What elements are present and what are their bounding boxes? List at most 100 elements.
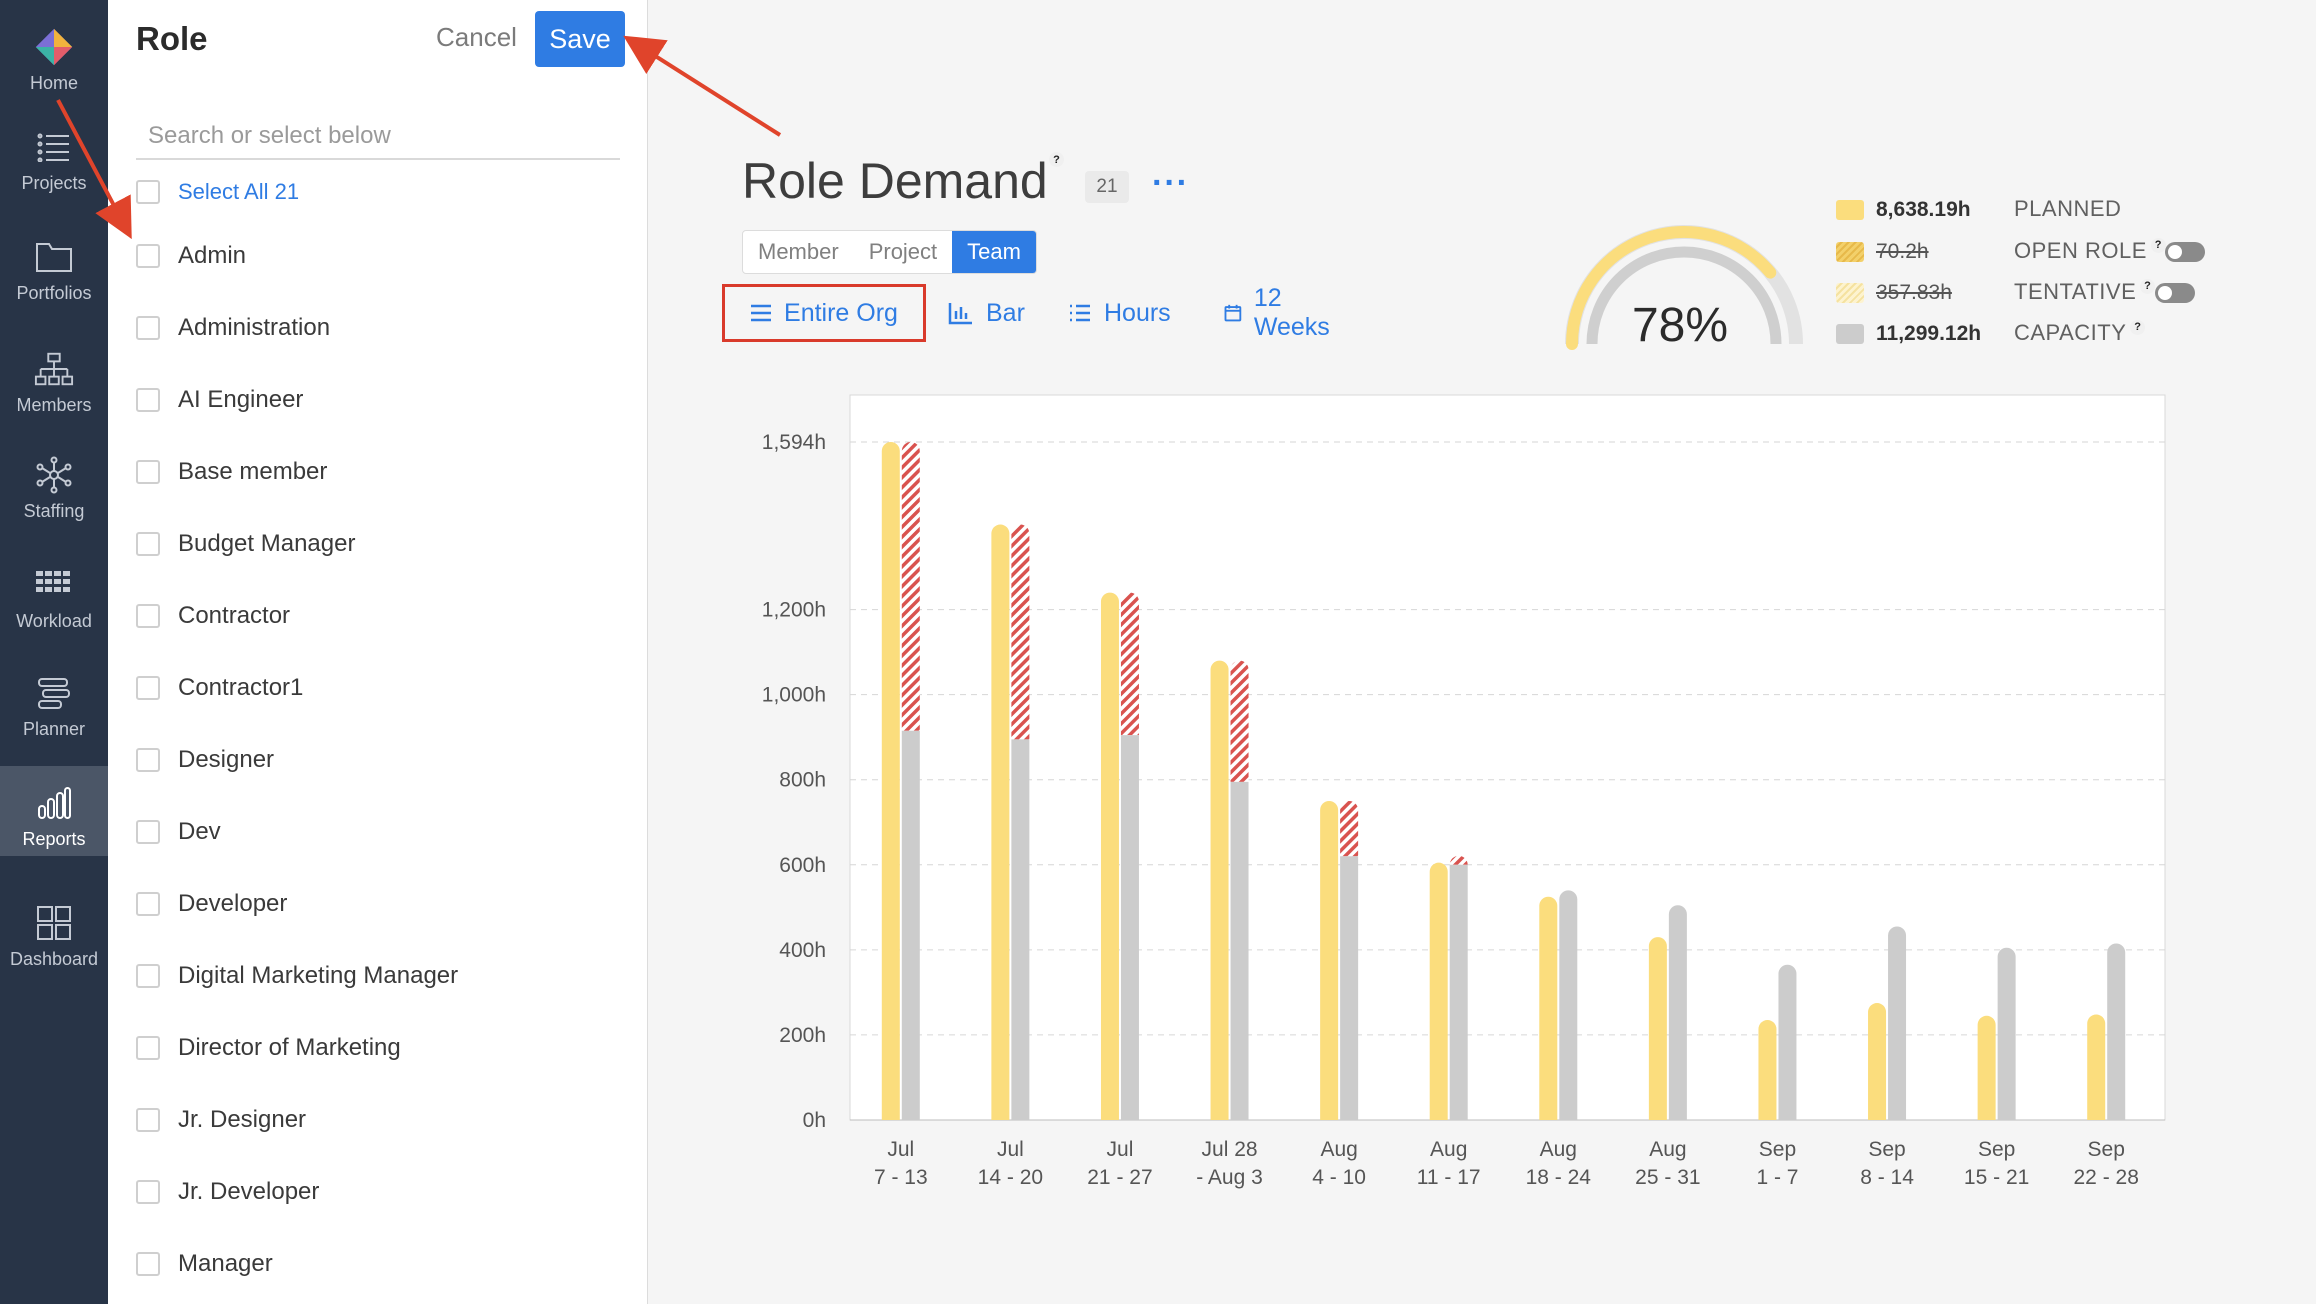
capacity-bar[interactable] — [1230, 781, 1249, 1120]
capacity-bar[interactable] — [1668, 905, 1687, 1120]
capacity-bar[interactable] — [901, 730, 920, 1120]
help-icon[interactable]: ? — [2130, 319, 2146, 335]
role-label: Budget Manager — [178, 530, 356, 557]
role-checkbox[interactable] — [136, 1180, 160, 1204]
role-option[interactable]: Budget Manager — [136, 524, 355, 564]
role-option[interactable]: Director of Marketing — [136, 1028, 401, 1068]
planned-bar[interactable] — [991, 524, 1010, 1120]
select-all-row[interactable]: Select All 21 — [136, 172, 299, 212]
select-all-checkbox[interactable] — [136, 180, 160, 204]
role-option[interactable]: Digital Marketing Manager — [136, 956, 458, 996]
help-icon[interactable]: ? — [1049, 152, 1064, 167]
role-checkbox[interactable] — [136, 604, 160, 628]
role-option[interactable]: Manager — [136, 1244, 273, 1284]
overbooked-bar[interactable] — [1340, 800, 1359, 857]
role-checkbox[interactable] — [136, 676, 160, 700]
help-icon[interactable]: ? — [2150, 237, 2166, 253]
planned-bar[interactable] — [1100, 592, 1119, 1120]
role-checkbox[interactable] — [136, 1252, 160, 1276]
role-checkbox[interactable] — [136, 388, 160, 412]
capacity-bar[interactable] — [1120, 735, 1139, 1120]
planned-bar[interactable] — [1868, 1003, 1887, 1120]
nav-item-reports[interactable]: Reports — [0, 766, 108, 856]
nav-item-dashboard[interactable]: Dashboard — [0, 876, 108, 976]
planned-bar[interactable] — [1648, 937, 1667, 1120]
capacity-bar[interactable] — [1449, 864, 1468, 1120]
role-option[interactable]: Jr. Designer — [136, 1100, 306, 1140]
capacity-bar[interactable] — [2107, 943, 2126, 1120]
role-search-input[interactable] — [136, 114, 620, 160]
nav-item-home[interactable]: Home — [0, 0, 108, 100]
capacity-bar[interactable] — [1559, 890, 1578, 1120]
planned-bar[interactable] — [1758, 1020, 1777, 1120]
nav-item-members[interactable]: Members — [0, 322, 108, 422]
tab-member[interactable]: Member — [743, 231, 854, 273]
select-all-label[interactable]: Select All 21 — [178, 179, 299, 205]
list-icon — [1070, 304, 1090, 322]
role-option[interactable]: Designer — [136, 740, 274, 780]
nav-item-planner[interactable]: Planner — [0, 646, 108, 746]
planned-bar[interactable] — [1977, 1015, 1996, 1120]
role-option[interactable]: Administration — [136, 308, 330, 348]
role-option[interactable]: Jr. Developer — [136, 1172, 319, 1212]
role-label: Dev — [178, 818, 221, 845]
x-tick-label: 8 - 14 — [1860, 1166, 1914, 1189]
planned-bar[interactable] — [1539, 896, 1558, 1120]
role-option[interactable]: Admin — [136, 236, 246, 276]
role-checkbox[interactable] — [136, 1108, 160, 1132]
role-option[interactable]: Dev — [136, 812, 221, 852]
overbooked-bar[interactable] — [901, 442, 920, 731]
nav-item-portfolios[interactable]: Portfolios — [0, 210, 108, 310]
role-option[interactable]: Contractor1 — [136, 668, 303, 708]
help-icon[interactable]: ? — [2140, 278, 2156, 294]
annotation-arrow-save — [623, 35, 782, 137]
role-option[interactable]: Contractor — [136, 596, 290, 636]
role-option[interactable]: Base member — [136, 452, 327, 492]
tab-team[interactable]: Team — [952, 231, 1036, 273]
planned-bar[interactable] — [1429, 862, 1448, 1120]
unit-selector[interactable]: Hours — [1068, 284, 1171, 342]
legend-item-planned: 8,638.19h — [1836, 194, 1971, 226]
role-checkbox[interactable] — [136, 316, 160, 340]
overbooked-bar[interactable] — [1230, 660, 1249, 782]
tab-project[interactable]: Project — [854, 231, 952, 273]
role-option[interactable]: AI Engineer — [136, 380, 303, 420]
role-checkbox[interactable] — [136, 748, 160, 772]
chart-type-selector[interactable]: Bar — [948, 284, 1025, 342]
legend-name-text: PLANNED — [2014, 196, 2122, 221]
planned-bar[interactable] — [1320, 800, 1339, 1120]
capacity-bar[interactable] — [1778, 964, 1797, 1120]
planned-bar[interactable] — [2087, 1014, 2106, 1120]
more-options-button[interactable]: ··· — [1152, 166, 1189, 200]
role-checkbox[interactable] — [136, 1036, 160, 1060]
role-checkbox[interactable] — [136, 964, 160, 988]
capacity-bar[interactable] — [1997, 947, 2016, 1120]
role-label: Administration — [178, 314, 331, 341]
nav-item-staffing[interactable]: Staffing — [0, 428, 108, 528]
cancel-button[interactable]: Cancel — [436, 22, 517, 53]
x-tick-label: Sep — [2088, 1138, 2125, 1161]
role-checkbox[interactable] — [136, 892, 160, 916]
capacity-bar[interactable] — [1011, 739, 1030, 1120]
role-checkbox[interactable] — [136, 244, 160, 268]
save-button[interactable]: Save — [535, 11, 625, 67]
toggle-open-role[interactable] — [2165, 242, 2205, 262]
scope-selector[interactable]: Entire Org — [722, 284, 926, 342]
nav-item-workload[interactable]: Workload — [0, 538, 108, 638]
overbooked-bar[interactable] — [1120, 592, 1139, 736]
role-checkbox[interactable] — [136, 532, 160, 556]
role-checkbox[interactable] — [136, 460, 160, 484]
nav-item-projects[interactable]: Projects — [0, 100, 108, 200]
overbooked-bar[interactable] — [1011, 524, 1030, 740]
planned-bar[interactable] — [1210, 660, 1229, 1120]
legend-value: 357.83h — [1876, 281, 1952, 304]
role-checkbox[interactable] — [136, 820, 160, 844]
capacity-bar[interactable] — [1340, 856, 1359, 1120]
date-range-selector[interactable]: 12 Weeks — [1224, 284, 1336, 342]
capacity-bar[interactable] — [1888, 926, 1907, 1120]
y-tick-label: 0h — [803, 1109, 826, 1132]
x-tick-label: Jul 28 — [1202, 1138, 1258, 1161]
planned-bar[interactable] — [881, 442, 900, 1120]
toggle-tentative[interactable] — [2155, 283, 2195, 303]
role-option[interactable]: Developer — [136, 884, 287, 924]
